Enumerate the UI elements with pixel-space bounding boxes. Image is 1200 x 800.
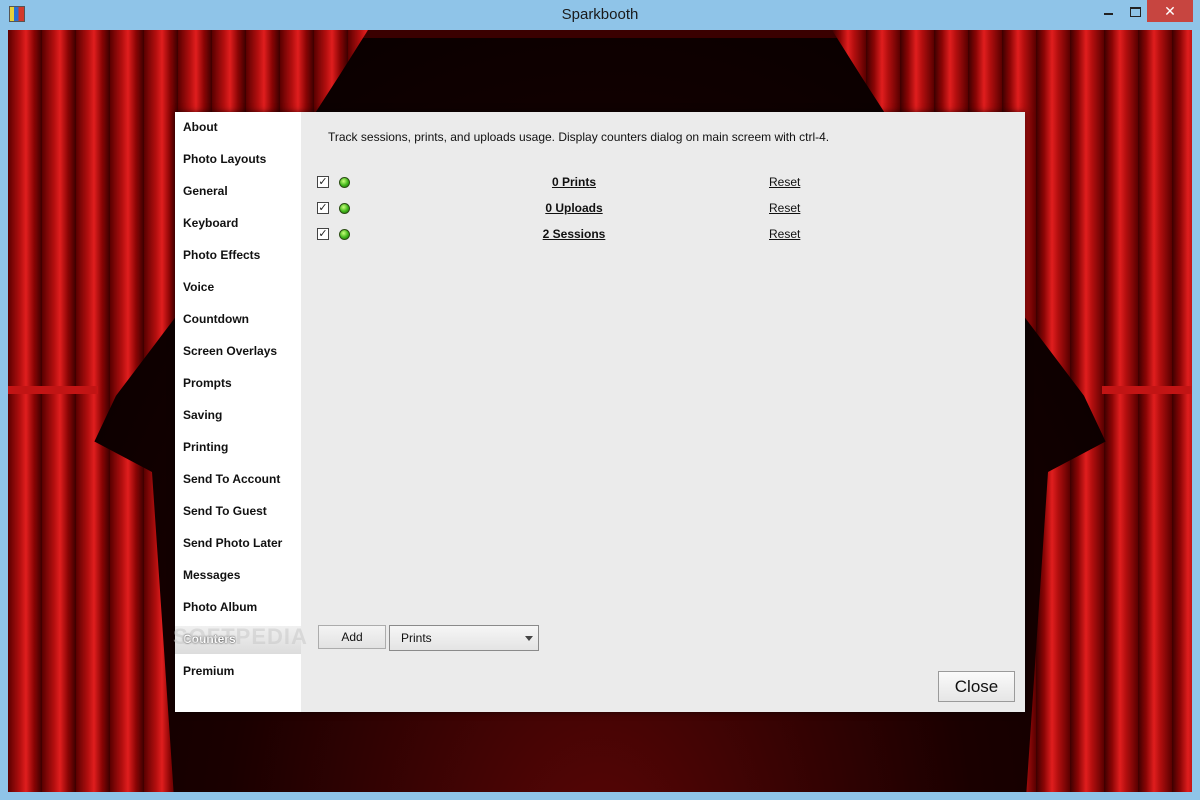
- minimize-button[interactable]: [1093, 0, 1123, 22]
- counter-label[interactable]: 0 Uploads: [514, 201, 634, 215]
- status-led-icon: [339, 203, 350, 214]
- add-counter-button[interactable]: Add: [318, 625, 386, 649]
- left-curtain-tie: [8, 386, 98, 394]
- chevron-down-icon: [525, 636, 533, 641]
- sidebar-item-prompts[interactable]: Prompts: [183, 376, 232, 396]
- sidebar-item-counters[interactable]: Counters: [183, 632, 236, 652]
- sidebar-item-voice[interactable]: Voice: [183, 280, 214, 300]
- maximize-button[interactable]: [1120, 0, 1150, 22]
- counter-enabled-checkbox[interactable]: ✓: [317, 202, 329, 214]
- reset-link[interactable]: Reset: [769, 227, 800, 241]
- reset-link[interactable]: Reset: [769, 175, 800, 189]
- settings-dialog: About Photo Layouts General Keyboard Pho…: [173, 112, 1025, 712]
- sidebar-item-general[interactable]: General: [183, 184, 228, 204]
- sidebar-item-saving[interactable]: Saving: [183, 408, 222, 428]
- sidebar-item-messages[interactable]: Messages: [183, 568, 240, 588]
- sidebar-item-printing[interactable]: Printing: [183, 440, 228, 460]
- close-button[interactable]: Close: [938, 671, 1015, 702]
- counter-enabled-checkbox[interactable]: ✓: [317, 176, 329, 188]
- counter-enabled-checkbox[interactable]: ✓: [317, 228, 329, 240]
- reset-link[interactable]: Reset: [769, 201, 800, 215]
- sidebar-item-about[interactable]: About: [183, 120, 218, 140]
- sidebar-item-photo-effects[interactable]: Photo Effects: [183, 248, 260, 268]
- settings-sidebar: About Photo Layouts General Keyboard Pho…: [175, 112, 301, 712]
- sidebar-item-screen-overlays[interactable]: Screen Overlays: [183, 344, 277, 364]
- status-led-icon: [339, 177, 350, 188]
- counters-panel: Track sessions, prints, and uploads usag…: [301, 112, 1025, 712]
- window-title: Sparkbooth: [561, 6, 639, 23]
- counter-row: ✓ 0 Uploads Reset: [317, 200, 817, 220]
- window-close-button[interactable]: ✕: [1147, 0, 1193, 22]
- counter-type-value: Prints: [401, 631, 432, 645]
- sidebar-item-send-to-guest[interactable]: Send To Guest: [183, 504, 267, 524]
- sidebar-item-send-to-account[interactable]: Send To Account: [183, 472, 280, 492]
- sidebar-item-keyboard[interactable]: Keyboard: [183, 216, 238, 236]
- window-titlebar: Sparkbooth ✕: [0, 0, 1200, 30]
- right-curtain-tie: [1102, 386, 1192, 394]
- counter-row: ✓ 0 Prints Reset: [317, 174, 817, 194]
- sidebar-item-countdown[interactable]: Countdown: [183, 312, 249, 332]
- sidebar-item-send-photo-later[interactable]: Send Photo Later: [183, 536, 282, 556]
- counter-label[interactable]: 2 Sessions: [514, 227, 634, 241]
- sidebar-item-photo-layouts[interactable]: Photo Layouts: [183, 152, 266, 172]
- status-led-icon: [339, 229, 350, 240]
- counter-label[interactable]: 0 Prints: [514, 175, 634, 189]
- counter-type-select[interactable]: Prints: [389, 625, 539, 651]
- sidebar-item-photo-album[interactable]: Photo Album: [183, 600, 257, 620]
- minimize-icon: [1103, 12, 1113, 15]
- counters-description: Track sessions, prints, and uploads usag…: [328, 130, 830, 144]
- sidebar-item-premium[interactable]: Premium: [183, 664, 234, 684]
- maximize-icon: [1129, 6, 1141, 17]
- counter-row: ✓ 2 Sessions Reset: [317, 226, 817, 246]
